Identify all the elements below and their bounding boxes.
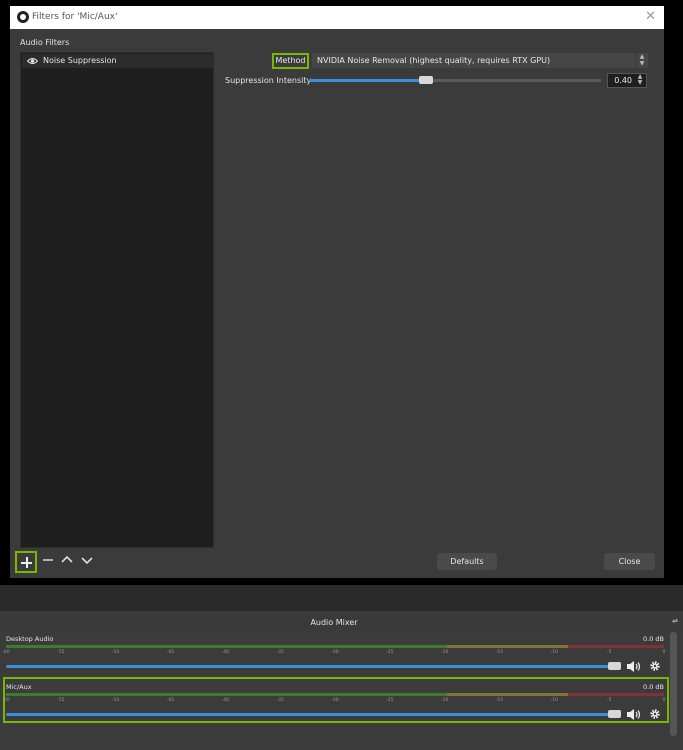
volume-slider-handle[interactable] [608,662,621,670]
filter-list[interactable]: Noise Suppression [20,52,214,548]
chevron-updown-icon: ▲ ▼ [635,53,648,68]
title-bar: Filters for 'Mic/Aux' ✕ [10,6,664,29]
volume-meter [6,645,664,648]
meter-tick-label: 0 [662,650,666,655]
channel-name: Desktop Audio [6,635,54,643]
speaker-icon[interactable] [626,660,642,673]
meter-tick-label: -5 [606,650,612,655]
remove-filter-button[interactable] [41,553,55,567]
intensity-value: 0.40 [614,76,632,85]
method-select[interactable]: NVIDIA Noise Removal (highest quality, r… [312,53,648,68]
audio-mixer-title: Audio Mixer [310,618,358,627]
meter-tick-label: -40 [221,650,229,655]
meter-tick-label: -30 [331,650,339,655]
add-filter-button[interactable] [15,551,37,573]
slider-handle[interactable] [418,76,433,84]
suppression-intensity-label: Suppression Intensity [225,76,312,85]
obs-logo-icon [17,11,29,23]
defaults-button[interactable]: Defaults [437,553,497,570]
meter-tick-label: -25 [386,650,394,655]
filters-dialog: Filters for 'Mic/Aux' ✕ Audio Filters No… [10,6,664,578]
meter-tick-label: -60 [2,650,10,655]
meter-tick-label: -15 [495,650,504,655]
close-icon[interactable]: ✕ [645,9,656,24]
window-title: Filters for 'Mic/Aux' [32,12,118,22]
meter-tick-label: -45 [166,650,175,655]
audio-filters-label: Audio Filters [20,38,70,47]
mixer-channel-desktop-audio: Desktop Audio 0.0 dB -60 -55 -50 -45 -40 -35-… [2,632,666,676]
mic-aux-highlight [3,677,669,723]
suppression-intensity-spinbox[interactable]: 0.40 ▲ ▼ [607,73,647,88]
move-up-button[interactable] [60,553,74,567]
method-value: NVIDIA Noise Removal (highest quality, r… [317,56,551,65]
channel-db: 0.0 dB [643,635,664,643]
method-label: Method [272,53,309,69]
meter-tick-label: -50 [111,650,120,655]
gear-icon[interactable] [649,660,661,672]
volume-slider[interactable] [6,665,610,668]
suppression-intensity-slider[interactable] [309,76,601,84]
dock-menu-icon[interactable]: ⇌ [672,617,678,625]
move-down-button[interactable] [80,553,94,567]
close-button[interactable]: Close [604,553,655,570]
eye-icon[interactable] [27,57,38,65]
spin-arrows-icon[interactable]: ▲ ▼ [634,74,646,87]
meter-tick-label: -55 [57,650,65,655]
mixer-scrollbar[interactable] [670,632,677,736]
meter-tick-label: -10 [550,650,558,655]
filter-name: Noise Suppression [43,56,117,65]
meter-tick-label: -35 [276,650,284,655]
meter-ticks: -60 -55 -50 -45 -40 -35 -30 -25 -20 -15 -10 -5 0 [2,650,665,659]
filter-item-noise-suppression[interactable]: Noise Suppression [22,54,214,68]
audio-mixer-titlebar: Audio Mixer ⇌ [0,614,683,631]
meter-tick-label: -20 [440,650,449,655]
slider-fill [309,79,426,82]
